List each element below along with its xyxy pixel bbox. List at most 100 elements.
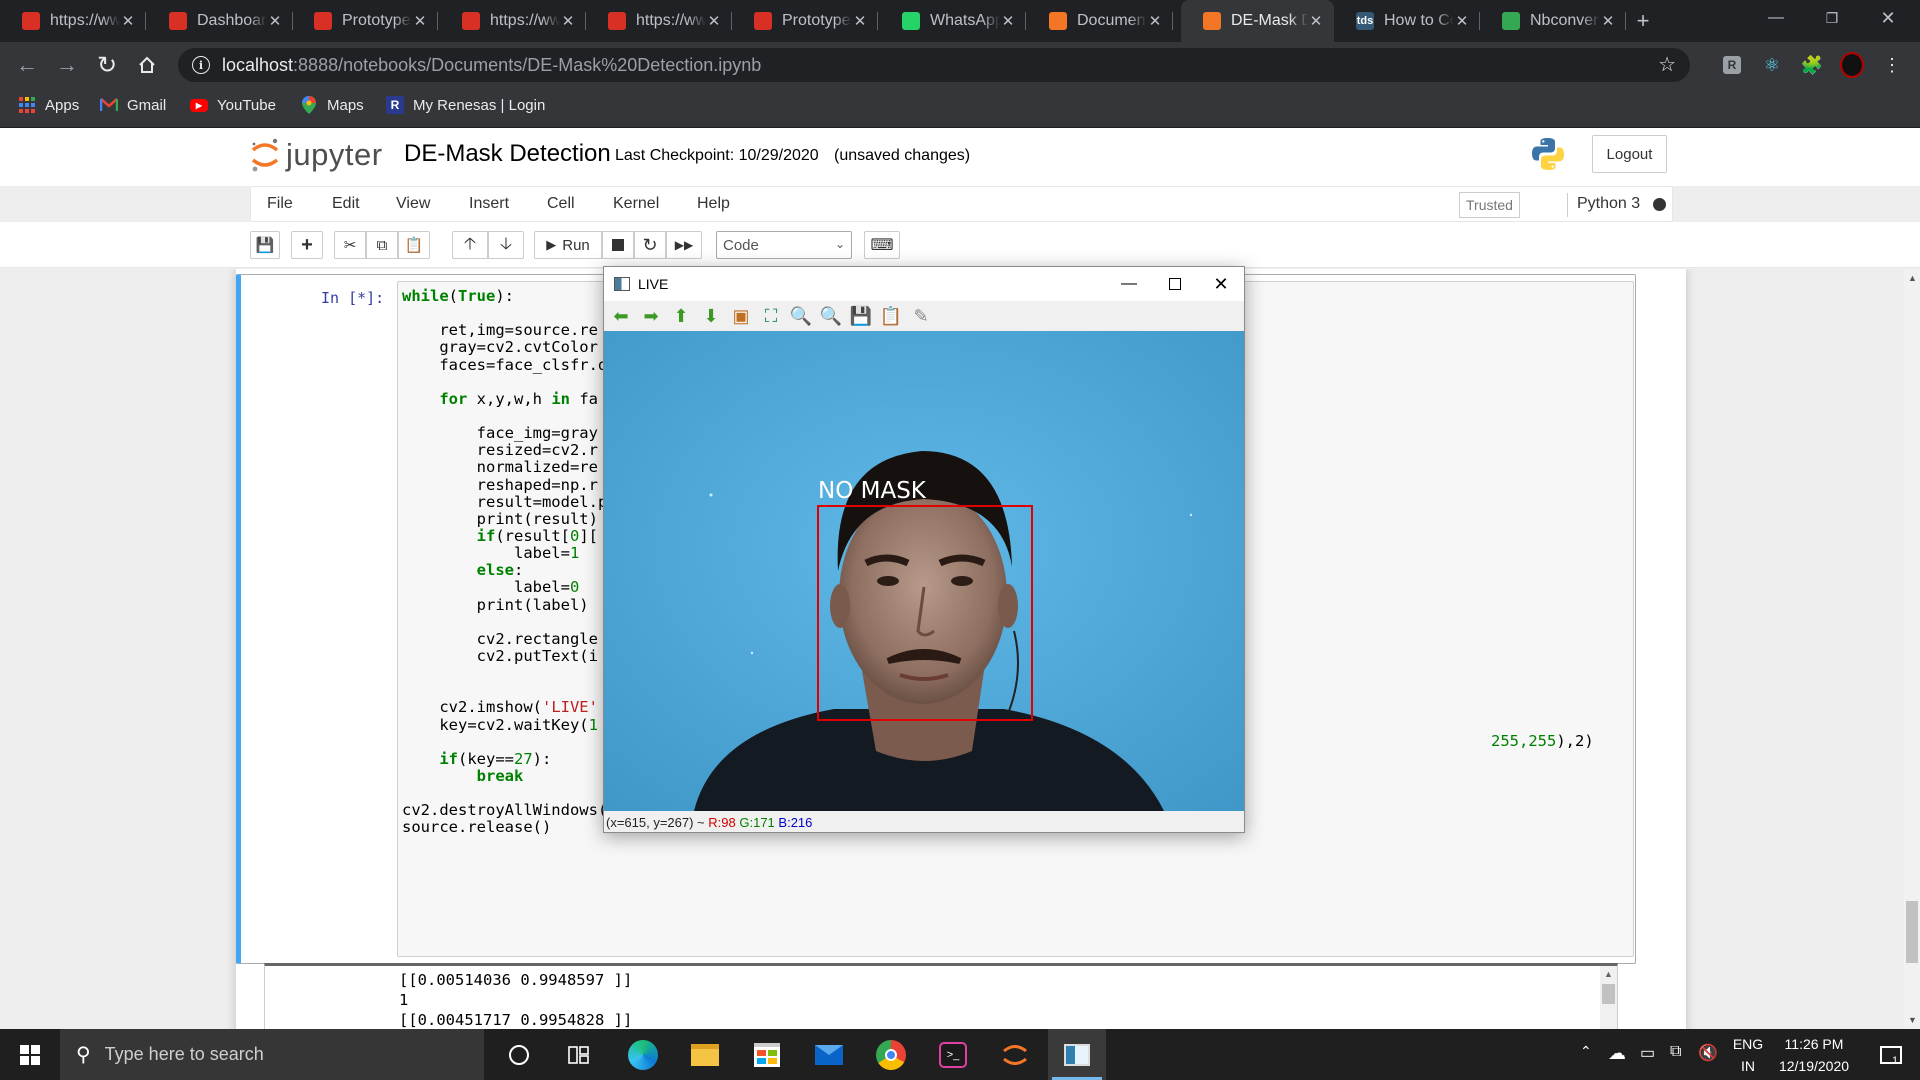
- notebook-name[interactable]: DE-Mask Detection: [404, 140, 611, 168]
- output-area[interactable]: [[0.00514036 0.9948597 ]] 1 [[0.00451717…: [264, 963, 1618, 1029]
- file-explorer-button[interactable]: [676, 1029, 734, 1080]
- browser-tab[interactable]: DE-Mask Detection✕: [1181, 0, 1334, 42]
- arrow-up-icon[interactable]: ⬆: [670, 305, 692, 327]
- save-icon[interactable]: 💾: [850, 305, 872, 327]
- system-clock[interactable]: 11:26 PM 12/19/2020: [1766, 1033, 1862, 1077]
- bookmark-gmail[interactable]: Gmail: [100, 88, 166, 122]
- copy-icon[interactable]: 📋: [880, 305, 902, 327]
- scroll-up-icon[interactable]: ▲: [1604, 969, 1613, 979]
- zoom-in-icon[interactable]: 🔍: [790, 305, 812, 327]
- scroll-up-icon[interactable]: ▲: [1908, 273, 1917, 283]
- forward-button[interactable]: →: [52, 50, 82, 80]
- paste-button[interactable]: 📋: [398, 231, 430, 259]
- close-icon[interactable]: ✕: [1600, 12, 1616, 30]
- mail-button[interactable]: [800, 1029, 858, 1080]
- address-bar[interactable]: i localhost:8888/notebooks/Documents/DE-…: [178, 48, 1690, 82]
- close-icon[interactable]: ✕: [267, 12, 283, 30]
- bookmark-apps[interactable]: Apps: [18, 88, 79, 122]
- close-icon[interactable]: ✕: [1308, 12, 1324, 30]
- action-center-button[interactable]: 1: [1862, 1029, 1920, 1080]
- zoom-out-icon[interactable]: 🔍: [820, 305, 842, 327]
- scrollbar-thumb[interactable]: [1906, 901, 1918, 963]
- bookmark-star-icon[interactable]: ☆: [1658, 52, 1676, 77]
- close-icon[interactable]: ✕: [852, 12, 868, 30]
- browser-tab[interactable]: Dashboard✕: [147, 0, 293, 42]
- arrow-right-icon[interactable]: ➡: [640, 305, 662, 327]
- onedrive-icon[interactable]: ☁: [1608, 1043, 1626, 1064]
- site-info-icon[interactable]: i: [192, 56, 210, 74]
- cell-type-select[interactable]: Code ⌄: [716, 231, 852, 259]
- store-button[interactable]: [738, 1029, 796, 1080]
- minimize-button[interactable]: —: [1106, 267, 1152, 301]
- terminal-button[interactable]: >_: [924, 1029, 982, 1080]
- menu-file[interactable]: File: [267, 195, 293, 213]
- properties-icon[interactable]: ✎: [910, 305, 932, 327]
- language-indicator[interactable]: ENG IN: [1728, 1033, 1768, 1077]
- save-button[interactable]: 💾: [250, 231, 280, 259]
- output-scrollbar[interactable]: ▲: [1600, 966, 1617, 1029]
- bookmark-youtube[interactable]: ▶ YouTube: [190, 88, 276, 122]
- trusted-indicator[interactable]: Trusted: [1459, 192, 1520, 218]
- cortana-button[interactable]: [490, 1029, 548, 1080]
- page-scrollbar[interactable]: ▲ ▼: [1904, 269, 1920, 1029]
- close-icon[interactable]: ✕: [1147, 12, 1163, 30]
- profile-button[interactable]: [1840, 52, 1864, 78]
- browser-tab[interactable]: https://www.✕: [0, 0, 146, 42]
- extensions-button[interactable]: 🧩: [1800, 53, 1824, 77]
- volume-muted-icon[interactable]: 🔇: [1698, 1043, 1718, 1063]
- bookmark-maps[interactable]: Maps: [300, 88, 364, 122]
- menu-view[interactable]: View: [396, 195, 430, 213]
- restore-window-button[interactable]: ❐: [1808, 0, 1856, 36]
- taskbar-search[interactable]: ⚲ Type here to search: [60, 1029, 484, 1080]
- move-down-button[interactable]: 🡣: [488, 231, 524, 259]
- start-button[interactable]: [0, 1029, 60, 1080]
- restart-kernel-button[interactable]: ↻: [634, 231, 666, 259]
- menu-kernel[interactable]: Kernel: [613, 195, 659, 213]
- close-window-button[interactable]: ✕: [1864, 0, 1912, 36]
- menu-insert[interactable]: Insert: [469, 195, 509, 213]
- menu-edit[interactable]: Edit: [332, 195, 360, 213]
- browser-tab[interactable]: Nbconvert ✕: [1480, 0, 1626, 42]
- logout-button[interactable]: Logout: [1592, 135, 1667, 173]
- close-icon[interactable]: ✕: [560, 12, 576, 30]
- arrow-down-icon[interactable]: ⬇: [700, 305, 722, 327]
- cut-button[interactable]: ✂: [334, 231, 366, 259]
- close-icon[interactable]: ✕: [1454, 12, 1470, 30]
- camera-frame[interactable]: NO MASK: [604, 331, 1244, 811]
- close-icon[interactable]: ✕: [120, 12, 136, 30]
- menu-help[interactable]: Help: [697, 195, 730, 213]
- browser-tab[interactable]: Document ✕: [1027, 0, 1173, 42]
- close-icon[interactable]: ✕: [1000, 12, 1016, 30]
- python-window-button[interactable]: [1048, 1029, 1106, 1080]
- minimize-window-button[interactable]: —: [1752, 0, 1800, 36]
- edge-button[interactable]: [614, 1029, 672, 1080]
- interrupt-button[interactable]: [602, 231, 634, 259]
- browser-tab[interactable]: Prototype ✕: [292, 0, 438, 42]
- close-button[interactable]: ✕: [1198, 267, 1244, 301]
- home-button[interactable]: [132, 50, 162, 80]
- wifi-icon[interactable]: ⧉: [1670, 1043, 1681, 1061]
- kernel-name[interactable]: Python 3: [1577, 195, 1640, 213]
- menu-cell[interactable]: Cell: [547, 195, 575, 213]
- browser-tab[interactable]: Prototype ✕: [732, 0, 878, 42]
- chrome-button[interactable]: [862, 1029, 920, 1080]
- chrome-menu-button[interactable]: ⋮: [1880, 53, 1904, 77]
- jupyter-logo[interactable]: jupyter: [250, 136, 383, 174]
- insert-cell-button[interactable]: +: [291, 231, 323, 259]
- browser-tab[interactable]: tds How to Convert✕: [1334, 0, 1480, 42]
- react-devtools-button[interactable]: ⚛: [1760, 53, 1784, 77]
- arrow-left-icon[interactable]: ⬅: [610, 305, 632, 327]
- tray-overflow-icon[interactable]: ⌃: [1580, 1043, 1592, 1060]
- move-up-button[interactable]: 🡡: [452, 231, 488, 259]
- browser-tab[interactable]: https://www.✕: [586, 0, 732, 42]
- maximize-button[interactable]: [1152, 267, 1198, 301]
- reload-button[interactable]: ↻: [92, 50, 122, 80]
- copy-button[interactable]: ⧉: [366, 231, 398, 259]
- jupyter-button[interactable]: [986, 1029, 1044, 1080]
- close-icon[interactable]: ✕: [706, 12, 722, 30]
- image-icon[interactable]: ▣: [730, 305, 752, 327]
- command-palette-button[interactable]: ⌨: [864, 231, 900, 259]
- restart-run-all-button[interactable]: ▶▶: [666, 231, 702, 259]
- browser-tab[interactable]: https://www.✕: [440, 0, 586, 42]
- new-tab-button[interactable]: +: [1623, 0, 1663, 42]
